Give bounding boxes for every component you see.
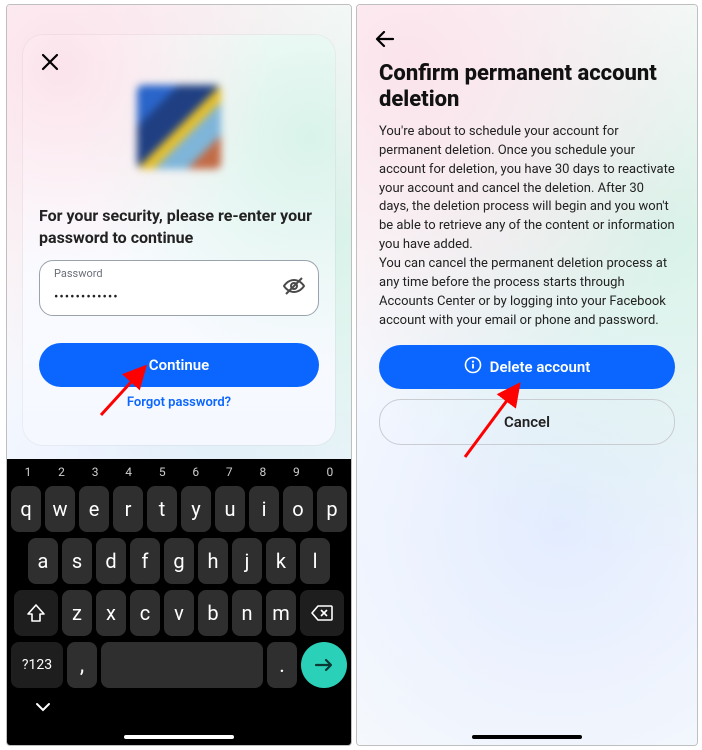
key-j[interactable]: j	[232, 538, 262, 584]
key-h[interactable]: h	[198, 538, 228, 584]
num-hint-1: 1	[13, 465, 43, 479]
space-key[interactable]	[101, 642, 263, 688]
key-a[interactable]: a	[28, 538, 58, 584]
key-r[interactable]: r	[113, 486, 143, 532]
password-field[interactable]: Password ••••••••••••	[39, 260, 319, 316]
shift-key[interactable]	[14, 590, 58, 636]
comma-key[interactable]: ,	[67, 642, 97, 688]
on-screen-keyboard: 1234567890 qwertyuiop asdfghjkl zxcvbnm …	[7, 459, 351, 745]
password-card: For your security, please re-enter your …	[23, 35, 335, 445]
key-f[interactable]: f	[130, 538, 160, 584]
key-y[interactable]: y	[181, 486, 211, 532]
key-m[interactable]: m	[266, 590, 296, 636]
backspace-key[interactable]	[300, 590, 344, 636]
forgot-password-link[interactable]: Forgot password?	[23, 395, 335, 410]
key-x[interactable]: x	[96, 590, 126, 636]
key-z[interactable]: z	[62, 590, 92, 636]
page-title: Confirm permanent account deletion	[379, 61, 675, 114]
key-i[interactable]: i	[249, 486, 279, 532]
key-k[interactable]: k	[266, 538, 296, 584]
key-v[interactable]: v	[164, 590, 194, 636]
key-q[interactable]: q	[11, 486, 41, 532]
home-indicator	[472, 735, 582, 739]
cancel-button[interactable]: Cancel	[379, 399, 675, 445]
delete-account-label: Delete account	[490, 358, 591, 376]
symbols-key[interactable]: ?123	[11, 642, 63, 688]
deletion-warning-text: You're about to schedule your account fo…	[379, 123, 675, 255]
key-g[interactable]: g	[164, 538, 194, 584]
num-hint-9: 9	[281, 465, 311, 479]
key-n[interactable]: n	[232, 590, 262, 636]
key-o[interactable]: o	[283, 486, 313, 532]
cancellation-info-text: You can cancel the permanent deletion pr…	[379, 255, 675, 330]
key-u[interactable]: u	[215, 486, 245, 532]
num-hint-0: 0	[315, 465, 345, 479]
key-s[interactable]: s	[62, 538, 92, 584]
info-icon	[464, 356, 482, 378]
continue-button[interactable]: Continue	[39, 343, 319, 387]
num-hint-2: 2	[47, 465, 77, 479]
key-p[interactable]: p	[317, 486, 347, 532]
password-label: Password	[54, 267, 103, 280]
key-b[interactable]: b	[198, 590, 228, 636]
key-c[interactable]: c	[130, 590, 160, 636]
avatar	[137, 85, 221, 169]
password-value: ••••••••••••	[54, 290, 119, 305]
back-icon[interactable]	[373, 27, 397, 55]
num-hint-7: 7	[214, 465, 244, 479]
enter-key[interactable]	[301, 642, 347, 688]
chevron-down-icon[interactable]	[35, 698, 51, 717]
period-key[interactable]: .	[267, 642, 297, 688]
num-hint-3: 3	[80, 465, 110, 479]
delete-account-button[interactable]: Delete account	[379, 345, 675, 389]
home-indicator	[124, 735, 234, 739]
key-w[interactable]: w	[45, 486, 75, 532]
num-hint-6: 6	[181, 465, 211, 479]
close-icon[interactable]	[37, 49, 63, 75]
num-hint-8: 8	[248, 465, 278, 479]
key-e[interactable]: e	[79, 486, 109, 532]
key-l[interactable]: l	[300, 538, 330, 584]
num-hint-5: 5	[147, 465, 177, 479]
num-hint-4: 4	[114, 465, 144, 479]
security-prompt: For your security, please re-enter your …	[39, 205, 319, 248]
key-t[interactable]: t	[147, 486, 177, 532]
visibility-toggle-icon[interactable]	[282, 274, 306, 302]
key-d[interactable]: d	[96, 538, 126, 584]
